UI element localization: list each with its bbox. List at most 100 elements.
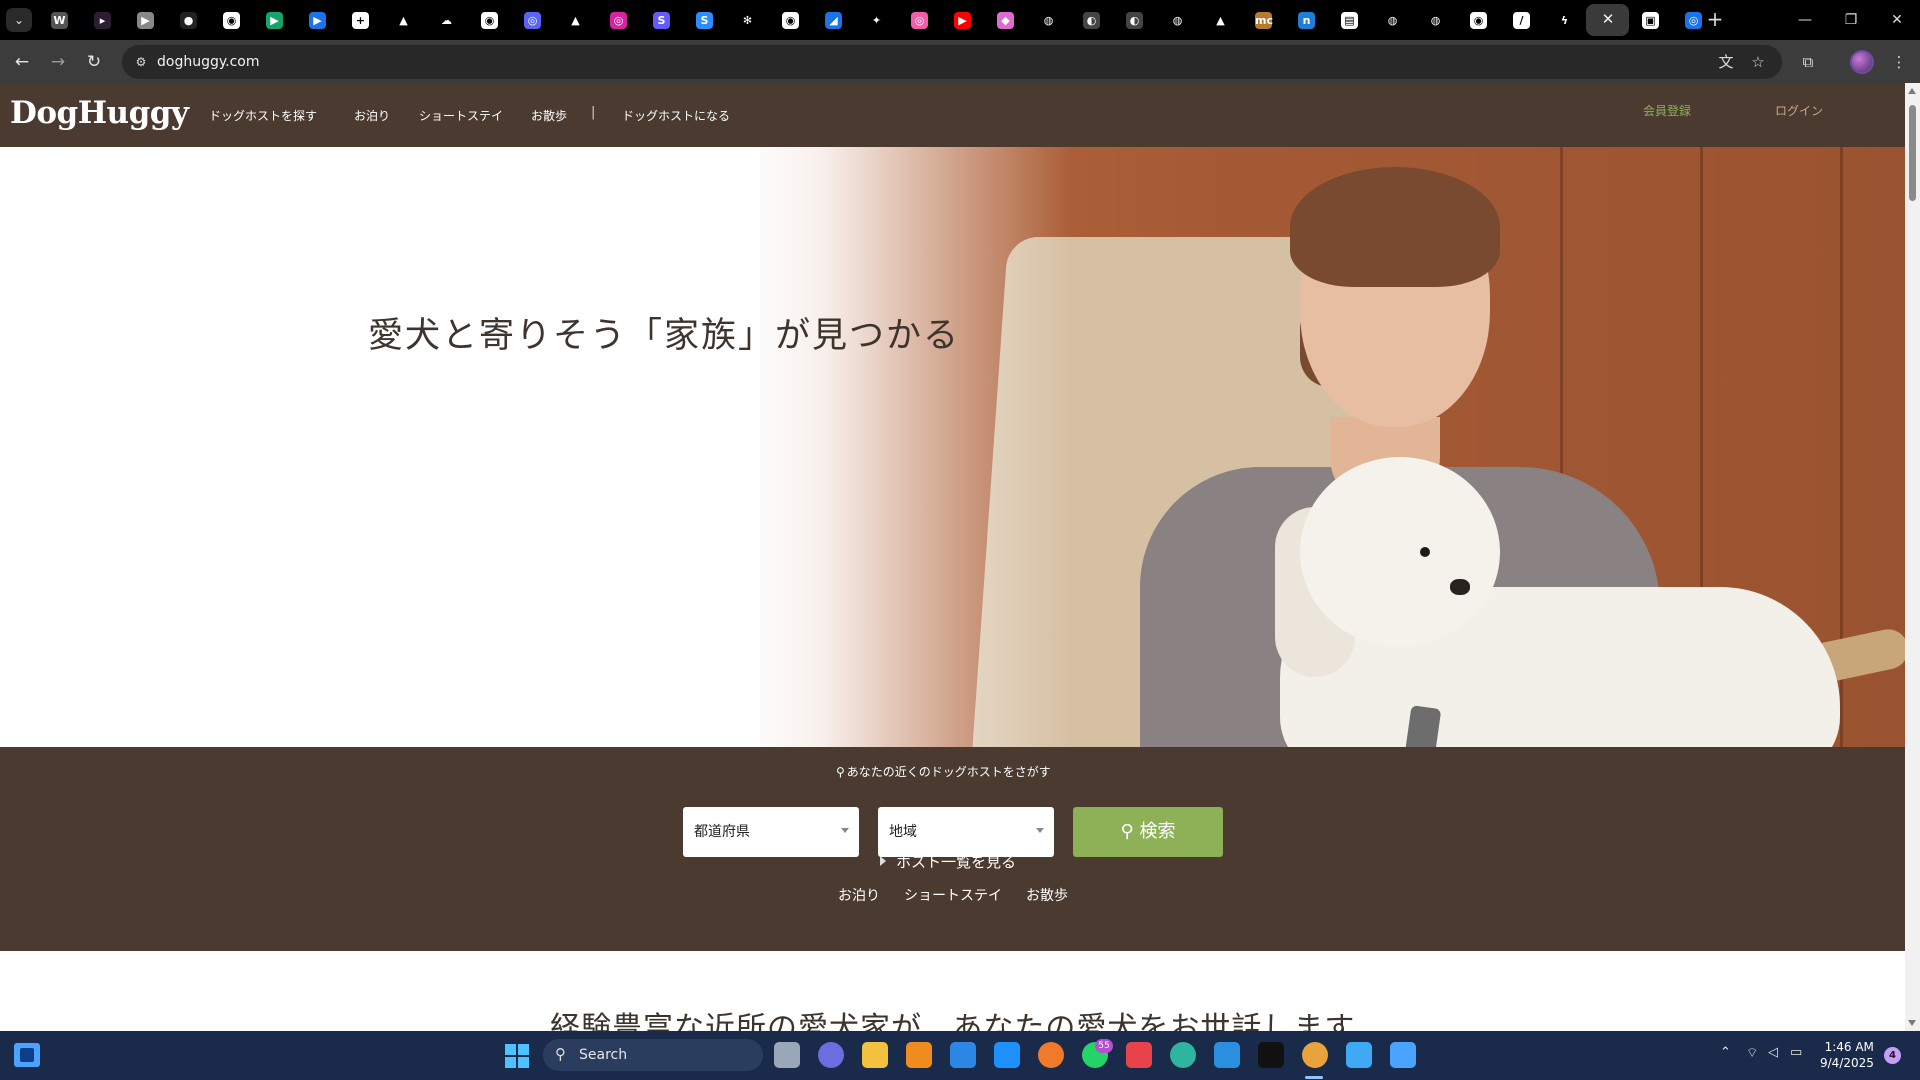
search-link-stay[interactable]: お泊り [838,885,880,905]
minimize-button[interactable]: — [1782,0,1828,40]
notepad-icon[interactable] [1346,1042,1372,1068]
taskbar-search[interactable]: ⚲ Search [543,1039,763,1071]
browser-tab[interactable]: ◍ [1371,4,1414,36]
search-caption-text: あなたの近くのドッグホストをさがす [846,765,1051,779]
profile-avatar[interactable] [1850,50,1874,74]
nav-short-stay[interactable]: ショートステイ [419,107,503,124]
browser-tab[interactable]: ▸ [81,4,124,36]
login-link[interactable]: ログイン [1775,102,1823,119]
file-explorer-icon[interactable] [862,1042,888,1068]
chrome-icon[interactable] [1302,1042,1328,1068]
scrollbar-thumb[interactable] [1909,105,1916,201]
tab-search-menu-button[interactable]: ⌄ [6,8,32,32]
vscode-icon[interactable] [1214,1042,1240,1068]
browser-tab[interactable]: ◍ [1156,4,1199,36]
address-bar[interactable]: ⚙ doghuggy.com 文 ☆ [122,45,1782,79]
close-icon[interactable]: ✕ [1598,9,1618,29]
task-view-icon[interactable] [774,1042,800,1068]
browser-tab[interactable]: ◉ [468,4,511,36]
volume-icon[interactable]: ◁ [1768,1045,1778,1060]
swift-app-icon[interactable] [1038,1042,1064,1068]
browser-tab[interactable]: ▶ [124,4,167,36]
browser-tab[interactable]: ▶ [253,4,296,36]
page-scrollbar[interactable] [1905,83,1920,1031]
browser-tab[interactable]: ☁ [425,4,468,36]
search-link-short-stay[interactable]: ショートステイ [904,885,1002,905]
tray-overflow-icon[interactable]: ⌃ [1720,1045,1731,1060]
back-button[interactable]: ← [8,48,36,76]
wifi-icon[interactable]: ⌔ [1746,1045,1758,1061]
host-list-link[interactable]: ホスト一覧を見る [880,851,1016,872]
restore-button[interactable]: ❐ [1828,0,1874,40]
microsoft-store-icon[interactable] [950,1042,976,1068]
scroll-up-arrow[interactable] [1908,88,1916,94]
browser-tab[interactable]: ◉ [210,4,253,36]
taskbar-clock[interactable]: 1:46 AM 9/4/2025 [1820,1039,1874,1071]
browser-tab[interactable]: ◢ [812,4,855,36]
search-button[interactable]: ⚲ 検索 [1073,807,1223,857]
browser-tab[interactable]: ◆ [984,4,1027,36]
nav-stay[interactable]: お泊り [354,107,390,124]
browser-tab[interactable]: S [640,4,683,36]
browser-tab[interactable]: ◍ [1027,4,1070,36]
reload-button[interactable]: ↻ [80,48,108,76]
app-orange-icon[interactable] [906,1042,932,1068]
widgets-icon[interactable] [14,1043,40,1067]
browser-tab[interactable]: / [1500,4,1543,36]
browser-tab[interactable]: ● [167,4,210,36]
stripe-icon: S [653,12,670,29]
browser-tab[interactable]: ◐ [1113,4,1156,36]
window-close-button[interactable]: ✕ [1874,0,1920,40]
bookmark-star-icon[interactable]: ☆ [1746,51,1770,73]
browser-tab[interactable]: n [1285,4,1328,36]
new-tab-button[interactable]: + [1703,8,1727,32]
browser-tab[interactable]: ▲ [554,4,597,36]
browser-tab[interactable]: ▶ [296,4,339,36]
scroll-down-arrow[interactable] [1908,1020,1916,1026]
edge-icon[interactable] [1170,1042,1196,1068]
extensions-icon[interactable]: ⧉ [1795,49,1821,75]
browser-menu-icon[interactable]: ⋮ [1886,49,1912,75]
photos-icon[interactable] [1390,1042,1416,1068]
browser-tab[interactable]: ▶ [941,4,984,36]
browser-tab[interactable]: ◎ [597,4,640,36]
browser-tab[interactable]: ◍ [1414,4,1457,36]
terminal-app-icon[interactable] [1258,1042,1284,1068]
region-select[interactable]: 地域 [878,807,1054,857]
nav-walk[interactable]: お散歩 [531,107,567,124]
browser-tab[interactable]: ▲ [1199,4,1242,36]
site-info-icon[interactable]: ⚙ [132,53,150,71]
browser-tab[interactable]: S [683,4,726,36]
browser-tab[interactable]: ▲ [382,4,425,36]
doghuggy-logo[interactable]: DogHuggy [10,95,189,131]
battery-icon[interactable]: ▭ [1790,1045,1802,1060]
teams-icon[interactable] [818,1042,844,1068]
browser-tab[interactable]: ▤ [1328,4,1371,36]
prefecture-select[interactable]: 都道府県 [683,807,859,857]
browser-tab[interactable]: ◉ [769,4,812,36]
browser-tab[interactable]: ◎ [511,4,554,36]
register-link[interactable]: 会員登録 [1643,102,1691,119]
windows-start-icon[interactable] [505,1044,529,1068]
browser-tab[interactable]: ▣ [1629,4,1672,36]
nav-find-host[interactable]: ドッグホストを探す [209,107,317,124]
search-link-walk[interactable]: お散歩 [1026,885,1068,905]
browser-tab[interactable]: W [38,4,81,36]
translate-icon[interactable]: 文 [1714,51,1738,73]
browser-tab[interactable]: + [339,4,382,36]
nav-become-host[interactable]: ドッグホストになる [622,107,730,124]
play-app-icon[interactable] [994,1042,1020,1068]
browser-tab[interactable]: ϟ [1543,4,1586,36]
notification-badge[interactable]: 4 [1884,1047,1901,1064]
browser-tab[interactable]: ◉ [1457,4,1500,36]
anydesk-icon[interactable] [1126,1042,1152,1068]
windows-taskbar: ⚲ Search 55 ⌃ ⌔ ◁ ▭ 1:46 AM 9/4/2025 4 [0,1031,1920,1080]
browser-tab[interactable]: mc [1242,4,1285,36]
browser-tab[interactable]: ◎ [898,4,941,36]
browser-tab[interactable]: ✕ [1586,4,1629,36]
chevron-down-icon [1036,828,1044,833]
browser-tab[interactable]: ✻ [726,4,769,36]
forward-button[interactable]: → [44,48,72,76]
browser-tab[interactable]: ◐ [1070,4,1113,36]
browser-tab[interactable]: ✦ [855,4,898,36]
